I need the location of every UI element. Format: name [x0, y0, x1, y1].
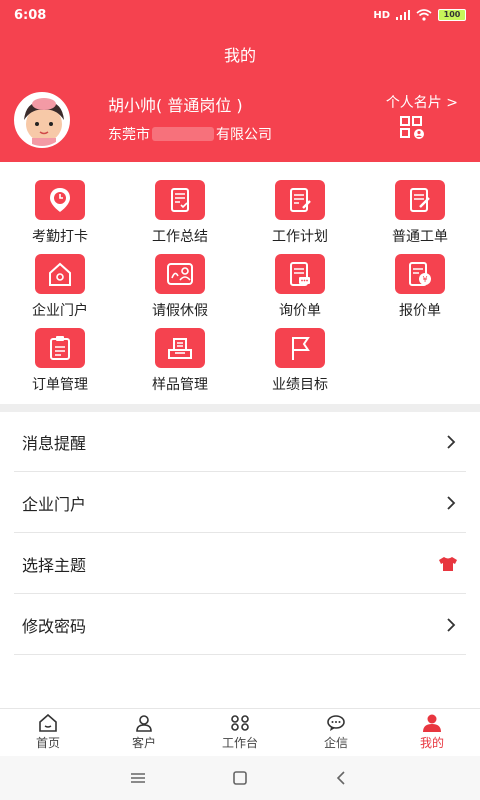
- menu-item-theme[interactable]: 选择主题: [14, 534, 466, 594]
- chevron-right-icon: [447, 435, 456, 449]
- system-nav-bar: [0, 756, 480, 800]
- doc-edit-icon: [275, 180, 325, 220]
- grid-label: 订单管理: [32, 377, 88, 393]
- grid-label: 业绩目标: [272, 377, 328, 393]
- home-square-icon[interactable]: [231, 769, 249, 787]
- menu-label: 选择主题: [22, 555, 87, 575]
- tshirt-icon: [439, 557, 457, 571]
- tab-label: 我的: [419, 736, 444, 750]
- sample-tray-icon: [155, 328, 205, 368]
- grid-item-work-order[interactable]: 普通工单: [360, 180, 480, 250]
- qr-code-icon[interactable]: [400, 116, 426, 140]
- chevron-right-icon: [447, 618, 456, 632]
- command-icon: [231, 715, 249, 731]
- grid-item-sample-management[interactable]: 样品管理: [120, 328, 240, 398]
- avatar[interactable]: [14, 92, 70, 148]
- wifi-icon: [416, 9, 432, 21]
- inquiry-icon: [275, 254, 325, 294]
- company-name: 东莞市 有限公司: [108, 124, 272, 144]
- section-divider: [0, 404, 480, 412]
- grid-label: 工作计划: [272, 229, 328, 245]
- tab-label: 客户: [131, 736, 156, 750]
- grid-label: 工作总结: [152, 229, 208, 245]
- clipboard-icon: [35, 328, 85, 368]
- svg-text:¥: ¥: [422, 275, 427, 284]
- tab-messages[interactable]: 企信: [288, 709, 384, 756]
- grid-item-performance-goal[interactable]: 业绩目标: [240, 328, 360, 398]
- home-icon: [39, 714, 57, 732]
- status-time: 6:08: [14, 7, 47, 23]
- menu-lines-icon[interactable]: [129, 769, 147, 787]
- tab-customers[interactable]: 客户: [96, 709, 192, 756]
- system-icons: HD 100: [373, 9, 466, 21]
- tab-me[interactable]: 我的: [384, 709, 480, 756]
- company-redacted: [152, 127, 214, 141]
- battery-icon: 100: [438, 9, 466, 21]
- user-name: 胡小帅( 普通岗位 ): [108, 96, 243, 115]
- menu-label: 修改密码: [22, 616, 87, 636]
- status-bar: 6:08 HD 100: [0, 0, 480, 30]
- quote-icon: ¥: [395, 254, 445, 294]
- scroll-check-icon: [155, 180, 205, 220]
- page-title: 我的: [223, 46, 256, 65]
- grid-label: 请假休假: [152, 303, 208, 319]
- menu-label: 企业门户: [22, 494, 87, 514]
- doc-pen-icon: [395, 180, 445, 220]
- grid-item-inquiry[interactable]: 询价单: [240, 254, 360, 324]
- grid-label: 报价单: [399, 303, 441, 319]
- bottom-tab-bar: 首页 客户 工作台 企信 我的: [0, 708, 480, 756]
- chevron-right-icon: [447, 496, 456, 510]
- company-prefix: 东莞市: [108, 127, 150, 143]
- menu-item-enterprise-portal[interactable]: 企业门户: [14, 473, 466, 533]
- menu-item-change-password[interactable]: 修改密码: [14, 595, 466, 655]
- menu-item-notifications[interactable]: 消息提醒: [14, 412, 466, 472]
- grid-item-enterprise-portal[interactable]: 企业门户: [0, 254, 120, 324]
- business-card-link[interactable]: 个人名片 >: [386, 92, 458, 112]
- signal-icon: [396, 10, 410, 20]
- grid-label: 普通工单: [392, 229, 448, 245]
- grid-item-leave[interactable]: 请假休假: [120, 254, 240, 324]
- profile-header: 6:08 HD 100 我的 胡小帅( 普通岗位 ) 东莞市 有限公司 个人名片…: [0, 0, 480, 162]
- grid-item-attendance[interactable]: 考勤打卡: [0, 180, 120, 250]
- back-icon[interactable]: [333, 769, 351, 787]
- grid-item-work-summary[interactable]: 工作总结: [120, 180, 240, 250]
- grid-label: 询价单: [279, 303, 321, 319]
- company-suffix: 有限公司: [216, 127, 272, 143]
- tab-workbench[interactable]: 工作台: [192, 709, 288, 756]
- home-icon: [35, 254, 85, 294]
- tab-label: 企信: [323, 736, 348, 750]
- grid-label: 企业门户: [32, 303, 88, 319]
- flag-icon: [275, 328, 325, 368]
- chat-icon: [327, 715, 345, 731]
- network-icon: HD: [373, 9, 390, 21]
- customer-icon: [136, 715, 152, 732]
- tab-home[interactable]: 首页: [0, 709, 96, 756]
- leave-icon: [155, 254, 205, 294]
- grid-label: 考勤打卡: [32, 229, 88, 245]
- avatar-cartoon-icon: [24, 98, 64, 146]
- tab-label: 工作台: [221, 736, 258, 750]
- user-icon: [423, 714, 441, 732]
- grid-item-quotation[interactable]: ¥ 报价单: [360, 254, 480, 324]
- menu-label: 消息提醒: [22, 433, 87, 453]
- grid-item-order-management[interactable]: 订单管理: [0, 328, 120, 398]
- grid-label: 样品管理: [152, 377, 208, 393]
- grid-item-work-plan[interactable]: 工作计划: [240, 180, 360, 250]
- tab-label: 首页: [35, 736, 60, 750]
- location-clock-icon: [35, 180, 85, 220]
